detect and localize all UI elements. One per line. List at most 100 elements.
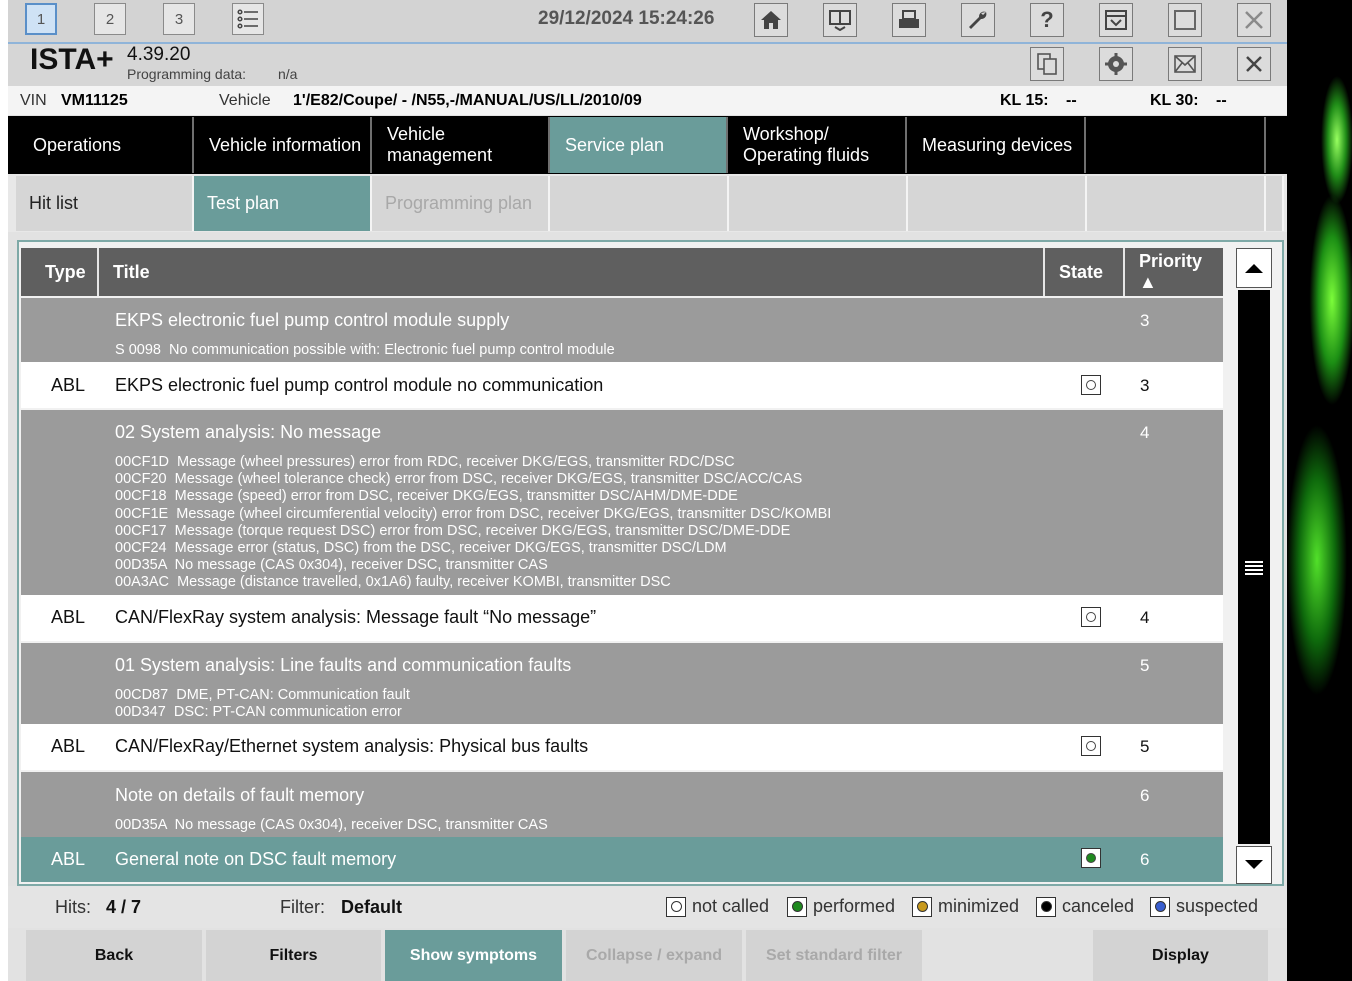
column-header-title[interactable]: Title (99, 248, 1045, 296)
column-header-state[interactable]: State (1045, 248, 1125, 296)
row-priority: 3 (1140, 376, 1150, 395)
kl15-value: -- (1066, 92, 1077, 109)
group-row[interactable]: 01 System analysis: Line faults and comm… (21, 643, 1223, 724)
tab-operations[interactable]: Operations (18, 117, 194, 173)
programming-data-label: Programming data: (127, 66, 247, 82)
table-row-selected[interactable]: ABL General note on DSC fault memory 6 (21, 837, 1223, 882)
group-row[interactable]: Note on details of fault memory 6 00D35A… (21, 772, 1223, 837)
table-row[interactable]: ABL CAN/FlexRay system analysis: Message… (21, 595, 1223, 641)
state-not-called-icon (1081, 736, 1101, 756)
sub-navigation: Hit list Test plan Programming plan (8, 174, 1287, 232)
state-minimized-icon (912, 896, 932, 917)
vin-label: VIN (20, 92, 47, 109)
minimize-icon[interactable] (1099, 3, 1133, 37)
subtab-empty-1 (550, 176, 729, 231)
tab-empty (1086, 117, 1266, 173)
settings-gear-icon[interactable] (1099, 47, 1133, 81)
home-icon[interactable] (754, 3, 788, 37)
group-title: EKPS electronic fuel pump control module… (115, 310, 510, 330)
table-row[interactable]: ABL CAN/FlexRay/Ethernet system analysis… (21, 724, 1223, 770)
display-button[interactable]: Display (1093, 930, 1268, 981)
row-title: EKPS electronic fuel pump control module… (115, 375, 604, 395)
kl15-label: KL 15: (1000, 92, 1049, 109)
group-row[interactable]: 02 System analysis: No message 4 00CF1D … (21, 410, 1223, 595)
window-2-button[interactable]: 2 (94, 3, 126, 35)
group-priority: 4 (1140, 423, 1150, 442)
group-details: 00D35A No message (CAS 0x304), receiver … (115, 817, 548, 833)
tab-measuring-devices[interactable]: Measuring devices (907, 117, 1086, 173)
set-standard-filter-button[interactable]: Set standard filter (746, 930, 922, 981)
group-details: 00CF1D Message (wheel pressures) error f… (115, 454, 832, 591)
top-toolbar: 1 2 3 29/12/2024 15:24:26 ? (8, 0, 1287, 44)
state-not-called-icon (666, 896, 686, 917)
wrench-icon[interactable] (961, 3, 995, 37)
column-header-priority[interactable]: Priority ▲ (1125, 248, 1223, 296)
vehicle-info-line: VIN VM11125 Vehicle 1'/E82/Coupe/ - /N55… (8, 86, 1287, 115)
column-header-type[interactable]: Type (21, 248, 99, 296)
print-icon[interactable] (892, 3, 926, 37)
list-icon[interactable] (232, 3, 264, 35)
state-performed-icon (1081, 848, 1101, 868)
group-title: 02 System analysis: No message (115, 422, 382, 442)
group-details: 00CD87 DME, PT-CAN: Communication fault … (115, 687, 410, 721)
row-priority: 4 (1140, 608, 1150, 627)
filter-value: Default (341, 897, 403, 917)
close-session-icon[interactable] (1237, 47, 1271, 81)
row-priority: 5 (1140, 737, 1150, 756)
filters-button[interactable]: Filters (206, 930, 381, 981)
group-row[interactable]: EKPS electronic fuel pump control module… (21, 298, 1223, 362)
main-navigation: Operations Vehicle information Vehicle m… (8, 116, 1287, 174)
vehicle-value: 1'/E82/Coupe/ - /N55,-/MANUAL/US/LL/2010… (293, 92, 642, 109)
collapse-expand-button[interactable]: Collapse / expand (566, 930, 742, 981)
scroll-down-button[interactable] (1236, 846, 1272, 884)
row-type: ABL (51, 736, 86, 756)
subtab-empty-2 (729, 176, 908, 231)
close-window-icon[interactable] (1237, 3, 1271, 37)
window-1-button[interactable]: 1 (25, 3, 57, 35)
copy-document-icon[interactable] (1030, 47, 1064, 81)
hits-value: 4 / 7 (106, 897, 142, 917)
back-button[interactable]: Back (26, 930, 202, 981)
ista-window: 1 2 3 29/12/2024 15:24:26 ? ISTA+ 4.39.2… (8, 0, 1287, 981)
tab-vehicle-management[interactable]: Vehicle management (372, 117, 550, 173)
scroll-up-button[interactable] (1236, 248, 1272, 288)
table-header: Type Title State Priority ▲ (21, 248, 1223, 296)
scroll-track[interactable] (1238, 290, 1270, 844)
tab-workshop-operating-fluids[interactable]: Workshop/ Operating fluids (728, 117, 907, 173)
state-canceled-icon (1036, 896, 1056, 917)
maximize-icon[interactable] (1168, 3, 1202, 37)
tab-vehicle-information[interactable]: Vehicle information (194, 117, 372, 173)
subtab-programming-plan[interactable]: Programming plan (372, 176, 550, 231)
app-header: ISTA+ 4.39.20 Programming data: n/a (8, 43, 1287, 86)
legend-minimized: minimized (912, 896, 1019, 917)
group-priority: 6 (1140, 786, 1150, 805)
row-priority: 6 (1140, 850, 1150, 869)
tab-service-plan[interactable]: Service plan (550, 117, 728, 173)
state-not-called-icon (1081, 375, 1101, 395)
legend-canceled: canceled (1036, 896, 1134, 917)
window-3-button[interactable]: 3 (163, 3, 195, 35)
app-name: ISTA+ (30, 43, 114, 76)
state-suspected-icon (1150, 896, 1170, 917)
hits-label: Hits: (55, 897, 91, 917)
desktop-wallpaper (1287, 0, 1352, 981)
subtab-test-plan[interactable]: Test plan (194, 176, 372, 231)
subtab-empty-3 (908, 176, 1087, 231)
mail-icon[interactable] (1168, 47, 1202, 81)
table-scrollbar[interactable] (1236, 248, 1272, 884)
vehicle-exchange-icon[interactable] (823, 3, 857, 37)
status-line: Hits: 4 / 7 Filter: Default not called p… (8, 886, 1287, 928)
subtab-empty-5 (1266, 176, 1284, 231)
scroll-grip-icon[interactable] (1244, 558, 1264, 578)
app-version: 4.39.20 (127, 44, 191, 65)
help-icon[interactable]: ? (1030, 3, 1064, 37)
subtab-empty-4 (1087, 176, 1266, 231)
state-performed-icon (787, 896, 807, 917)
group-priority: 3 (1140, 311, 1150, 330)
show-symptoms-button[interactable]: Show symptoms (385, 930, 562, 981)
subtab-hit-list[interactable]: Hit list (16, 176, 194, 231)
table-row[interactable]: ABL EKPS electronic fuel pump control mo… (21, 362, 1223, 408)
group-title: Note on details of fault memory (115, 785, 365, 805)
row-type: ABL (51, 375, 86, 395)
row-type: ABL (51, 607, 86, 627)
